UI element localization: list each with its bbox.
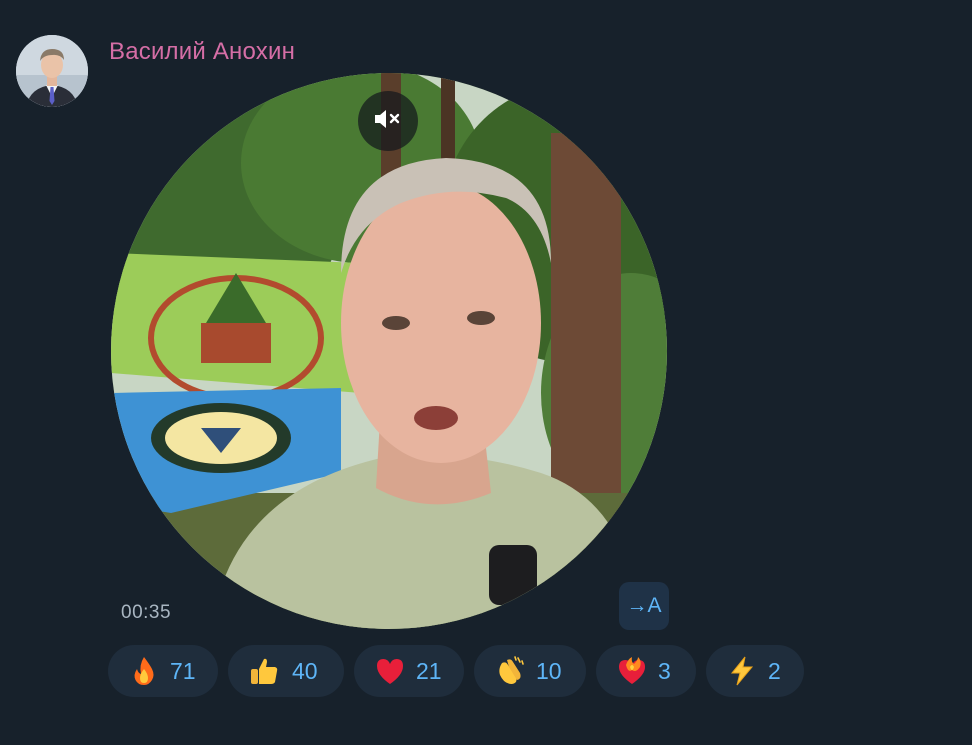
chat-message-view: Василий Анохин 00:35 →A 71 40 21 10 3 2 [0, 0, 972, 745]
reaction-count: 2 [768, 658, 781, 684]
thumbs-up-icon [248, 655, 280, 687]
reaction-count: 71 [170, 658, 196, 684]
sender-name[interactable]: Василий Анохин [109, 38, 295, 66]
mute-toggle-button[interactable] [358, 91, 418, 151]
reaction-heart-on-fire[interactable]: 3 [596, 645, 696, 697]
clapping-hands-icon [494, 655, 526, 687]
video-message[interactable] [111, 73, 667, 629]
reaction-thumbs-up[interactable]: 40 [228, 645, 344, 697]
heart-on-fire-icon [616, 655, 648, 687]
reaction-count: 21 [416, 658, 442, 684]
reaction-red-heart[interactable]: 21 [354, 645, 464, 697]
reaction-fire[interactable]: 71 [108, 645, 218, 697]
reaction-high-voltage[interactable]: 2 [706, 645, 804, 697]
high-voltage-icon [726, 655, 758, 687]
reaction-clapping-hands[interactable]: 10 [474, 645, 586, 697]
reaction-count: 10 [536, 658, 562, 684]
speaker-muted-icon [373, 108, 403, 135]
video-duration: 00:35 [121, 602, 172, 623]
fire-icon [128, 655, 160, 687]
red-heart-icon [374, 655, 406, 687]
reaction-count: 40 [292, 658, 318, 684]
sender-avatar[interactable] [16, 35, 88, 107]
translate-button[interactable]: →A [619, 582, 669, 630]
reaction-count: 3 [658, 658, 671, 684]
